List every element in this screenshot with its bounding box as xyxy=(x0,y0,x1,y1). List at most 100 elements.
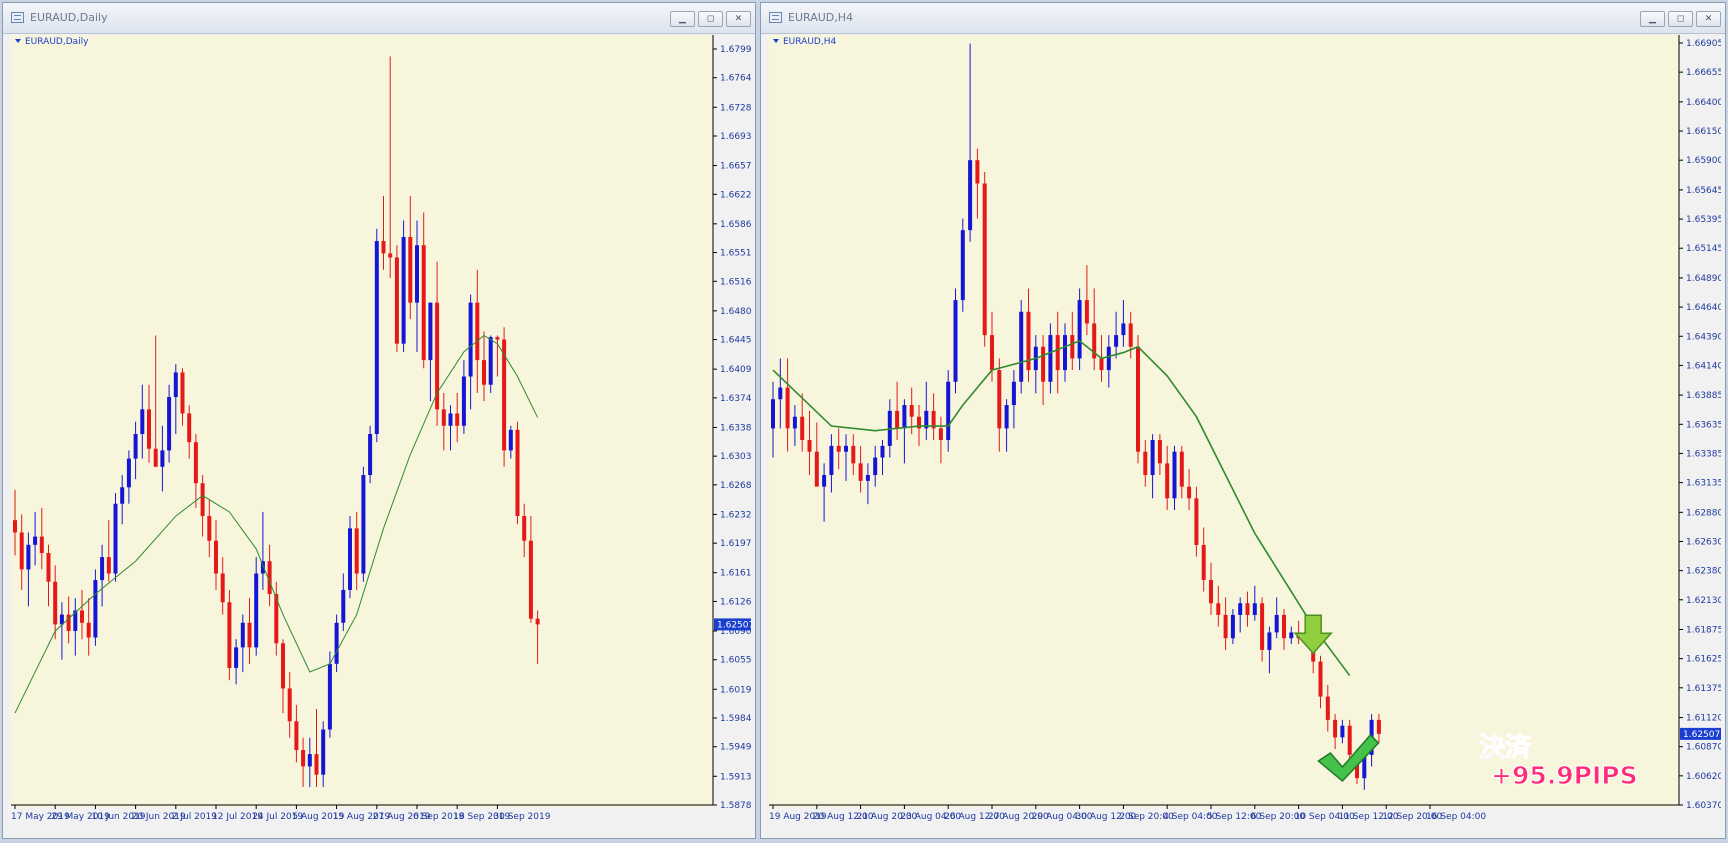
bull-candle-body xyxy=(880,445,885,458)
bull-candle-body xyxy=(778,387,783,400)
y-tick-label: 1.65900 xyxy=(1686,156,1721,166)
settlement-label: 決済 xyxy=(1479,732,1532,763)
daily-chart-window[interactable]: EURAUD,Daily ▁ ◻ ✕ 1.67990 1.67640 1.67280… xyxy=(2,2,760,839)
y-tick-label: 1.66905 xyxy=(1686,39,1721,49)
maximize-button[interactable]: ◻ xyxy=(1668,11,1693,27)
bear-candle-body xyxy=(814,451,819,487)
y-tick-label: 1.60190 xyxy=(720,685,751,695)
bull-candle-body xyxy=(822,475,827,487)
bull-candle-body xyxy=(33,536,38,545)
bear-candle-body xyxy=(1325,696,1330,720)
y-tick-label: 1.65145 xyxy=(1686,244,1721,254)
bull-candle-body xyxy=(1077,300,1082,359)
bear-candle-body xyxy=(1333,719,1338,738)
bull-candle-body xyxy=(968,160,973,231)
bull-candle-body xyxy=(468,302,473,377)
y-tick-label: 1.62320 xyxy=(720,510,751,520)
h4-candlestick-chart[interactable]: 1.66905 1.66655 1.66400 1.66150 1.65900 1.656… xyxy=(769,35,1726,835)
y-tick-label: 1.63740 xyxy=(720,394,751,404)
bull-candle-body xyxy=(374,241,379,434)
bull-candle-body xyxy=(865,475,870,481)
bear-candle-body xyxy=(1260,603,1265,650)
bear-candle-body xyxy=(1157,440,1162,464)
bull-candle-body xyxy=(401,236,406,344)
x-tick-label: 30 Sep 2019 xyxy=(493,812,550,822)
bear-candle-body xyxy=(997,370,1002,429)
y-tick-label: 1.65860 xyxy=(720,220,751,230)
minimize-button[interactable]: ▁ xyxy=(1640,11,1665,27)
title-bar[interactable]: EURAUD,H4 ▁ ◻ ✕ xyxy=(761,3,1725,34)
bear-candle-body xyxy=(1099,358,1104,371)
current-price-label: 1.62507 xyxy=(1683,730,1720,740)
bear-candle-body xyxy=(851,445,856,464)
bear-candle-body xyxy=(294,721,299,751)
bull-candle-body xyxy=(1238,603,1243,615)
minimize-icon: ▁ xyxy=(679,14,686,24)
bull-candle-body xyxy=(327,663,332,730)
close-button[interactable]: ✕ xyxy=(726,11,751,27)
maximize-button[interactable]: ◻ xyxy=(698,11,723,27)
bull-candle-body xyxy=(307,754,312,767)
bear-candle-body xyxy=(528,540,533,619)
bull-candle-body xyxy=(1252,603,1257,615)
close-button[interactable]: ✕ xyxy=(1696,11,1721,27)
y-tick-label: 1.61120 xyxy=(1686,714,1721,724)
bull-candle-body xyxy=(771,399,775,429)
y-tick-label: 1.62880 xyxy=(1686,508,1721,518)
minimize-button[interactable]: ▁ xyxy=(670,11,695,27)
bull-candle-body xyxy=(321,729,326,775)
y-tick-label: 1.60550 xyxy=(720,656,751,666)
h4-chart-window[interactable]: EURAUD,H4 ▁ ◻ ✕ 1.66905 1.66655 1.66400 1.6… xyxy=(760,2,1726,839)
h4-chart-area[interactable]: 1.66905 1.66655 1.66400 1.66150 1.65900 1.656… xyxy=(769,35,1726,839)
bull-candle-body xyxy=(415,245,419,303)
y-tick-label: 1.64890 xyxy=(1686,274,1721,284)
bear-candle-body xyxy=(1128,323,1133,347)
bear-candle-body xyxy=(1282,614,1286,639)
symbol-label: EURAUD,Daily xyxy=(25,37,89,47)
bear-candle-body xyxy=(147,409,151,449)
bull-candle-body xyxy=(348,528,352,590)
symbol-label: EURAUD,H4 xyxy=(783,37,836,47)
bull-candle-body xyxy=(902,405,907,429)
bull-candle-body xyxy=(234,647,239,668)
bear-candle-body xyxy=(515,429,520,517)
bear-candle-body xyxy=(86,622,91,638)
bear-candle-body xyxy=(1179,451,1184,487)
bull-candle-body xyxy=(946,381,951,441)
bear-candle-body xyxy=(858,463,863,481)
bull-candle-body xyxy=(120,487,125,504)
y-tick-label: 1.66655 xyxy=(1686,68,1721,78)
title-bar[interactable]: EURAUD,Daily ▁ ◻ ✕ xyxy=(3,3,755,34)
y-tick-label: 1.67640 xyxy=(720,74,751,84)
daily-chart-area[interactable]: 1.67990 1.67640 1.67280 1.66930 1.66570 1.662… xyxy=(11,35,760,839)
bear-candle-body xyxy=(800,416,805,441)
y-tick-label: 1.63135 xyxy=(1686,479,1721,489)
bear-candle-body xyxy=(214,540,218,574)
y-tick-label: 1.66220 xyxy=(720,190,751,200)
y-tick-label: 1.60870 xyxy=(1686,743,1721,753)
profit-pips-label: +95.9PIPS xyxy=(1491,761,1638,790)
y-tick-label: 1.63885 xyxy=(1686,391,1721,401)
bull-candle-body xyxy=(240,622,245,648)
bear-candle-body xyxy=(19,532,24,570)
x-tick-label: 2 Jul 2019 xyxy=(172,812,217,822)
y-tick-label: 1.65510 xyxy=(720,249,751,259)
y-tick-label: 1.64450 xyxy=(720,336,751,346)
bear-candle-body xyxy=(1347,725,1352,755)
bear-candle-body xyxy=(287,688,292,722)
y-tick-label: 1.59840 xyxy=(720,714,751,724)
y-tick-label: 1.66570 xyxy=(720,162,751,172)
bear-candle-body xyxy=(1041,346,1046,382)
bull-candle-body xyxy=(341,589,346,623)
bear-candle-body xyxy=(207,516,212,541)
y-tick-label: 1.66150 xyxy=(1686,127,1721,137)
bear-candle-body xyxy=(388,253,393,258)
bull-candle-body xyxy=(461,376,466,426)
y-tick-label: 1.63385 xyxy=(1686,449,1721,459)
restore-icon: ◻ xyxy=(706,14,715,24)
bull-candle-body xyxy=(167,397,172,451)
bear-candle-body xyxy=(421,245,426,361)
daily-candlestick-chart[interactable]: 1.67990 1.67640 1.67280 1.66930 1.66570 1.662… xyxy=(11,35,760,835)
bear-candle-body xyxy=(247,622,252,648)
bear-candle-body xyxy=(80,610,84,623)
